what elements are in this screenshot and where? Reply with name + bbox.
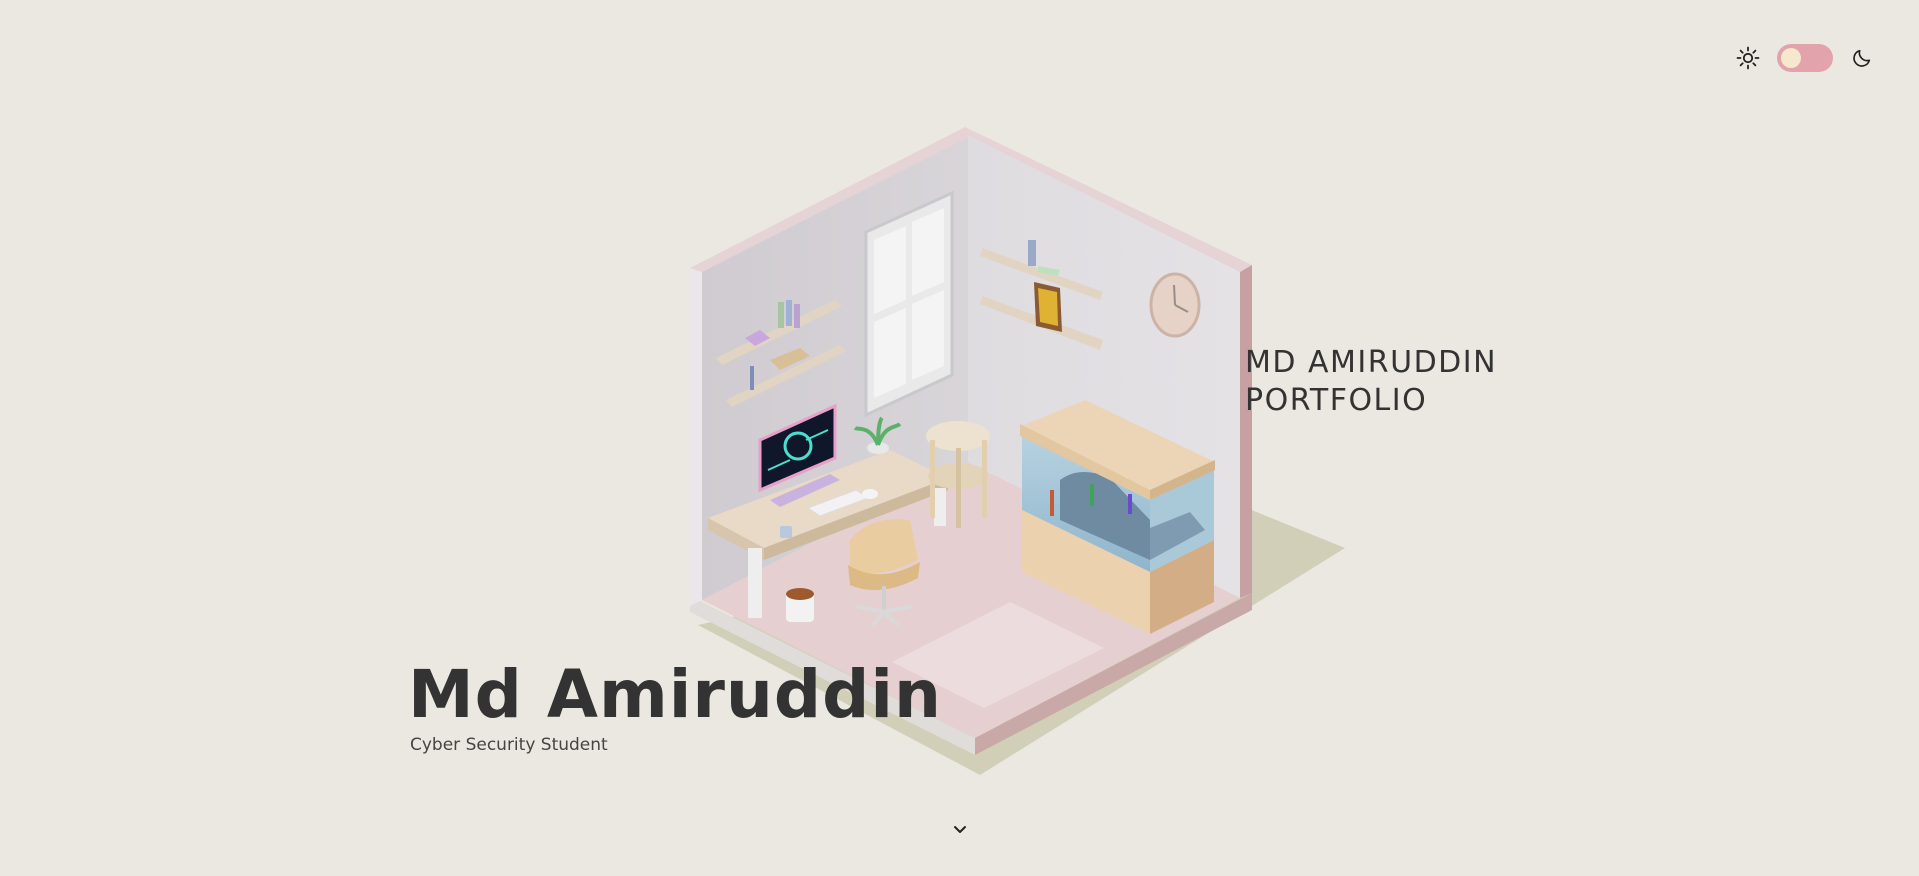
right-wall-edge: [1240, 265, 1252, 598]
hero-name: Md Amiruddin: [408, 656, 943, 733]
chevron-down-icon: [954, 826, 966, 833]
trash-bin: [786, 588, 814, 622]
mug: [780, 526, 792, 538]
room-title-line2: PORTFOLIO: [1245, 383, 1428, 418]
window: [864, 190, 954, 418]
isometric-room-illustration: [690, 127, 1345, 775]
room-title-line1: MD AMIRUDDIN: [1245, 345, 1498, 380]
scroll-down-button[interactable]: [950, 820, 970, 840]
hero-subtitle: Cyber Security Student: [410, 735, 608, 755]
room-title: MD AMIRUDDIN PORTFOLIO: [1245, 344, 1497, 420]
framed-picture: [1034, 282, 1062, 332]
left-wall-edge: [690, 270, 702, 606]
wall-clock: [1149, 272, 1201, 338]
